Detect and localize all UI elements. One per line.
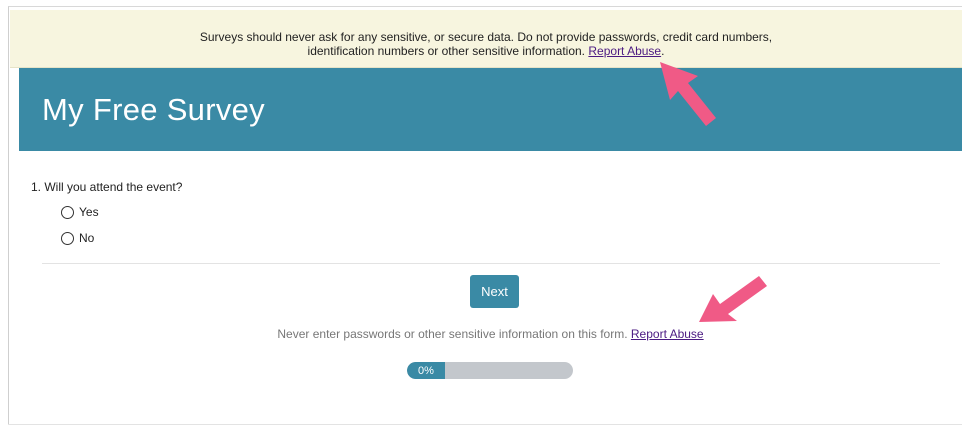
- radio-yes[interactable]: [61, 205, 74, 219]
- report-abuse-link-top[interactable]: Report Abuse: [588, 44, 661, 58]
- option-no-label[interactable]: No: [79, 231, 94, 245]
- next-button[interactable]: Next: [470, 275, 519, 308]
- sensitive-data-warning-banner: Surveys should never ask for any sensiti…: [10, 10, 962, 68]
- option-yes[interactable]: Yes: [61, 205, 99, 219]
- radio-no[interactable]: [61, 231, 74, 245]
- progress-bar: 0%: [407, 362, 573, 379]
- progress-fill: 0%: [407, 362, 445, 379]
- annotation-arrow-icon-bottom: [699, 276, 767, 322]
- question-label: 1. Will you attend the event?: [31, 180, 183, 194]
- progress-label: 0%: [418, 364, 434, 377]
- warning-text-line1: Surveys should never ask for any sensiti…: [199, 30, 773, 44]
- option-no[interactable]: No: [61, 231, 94, 245]
- footer-note-text: Never enter passwords or other sensitive…: [277, 327, 628, 341]
- footer-note: Never enter passwords or other sensitive…: [0, 327, 962, 341]
- warning-text-line2: identification numbers or other sensitiv…: [307, 44, 586, 58]
- warning-suffix: .: [661, 44, 665, 58]
- survey-header: My Free Survey: [19, 68, 962, 151]
- survey-title: My Free Survey: [42, 92, 265, 127]
- divider: [42, 263, 940, 264]
- report-abuse-link-bottom[interactable]: Report Abuse: [631, 327, 704, 341]
- annotation-arrow-icon-top: [660, 62, 716, 126]
- option-yes-label[interactable]: Yes: [79, 205, 99, 219]
- frame-bottom-edge: [8, 424, 962, 429]
